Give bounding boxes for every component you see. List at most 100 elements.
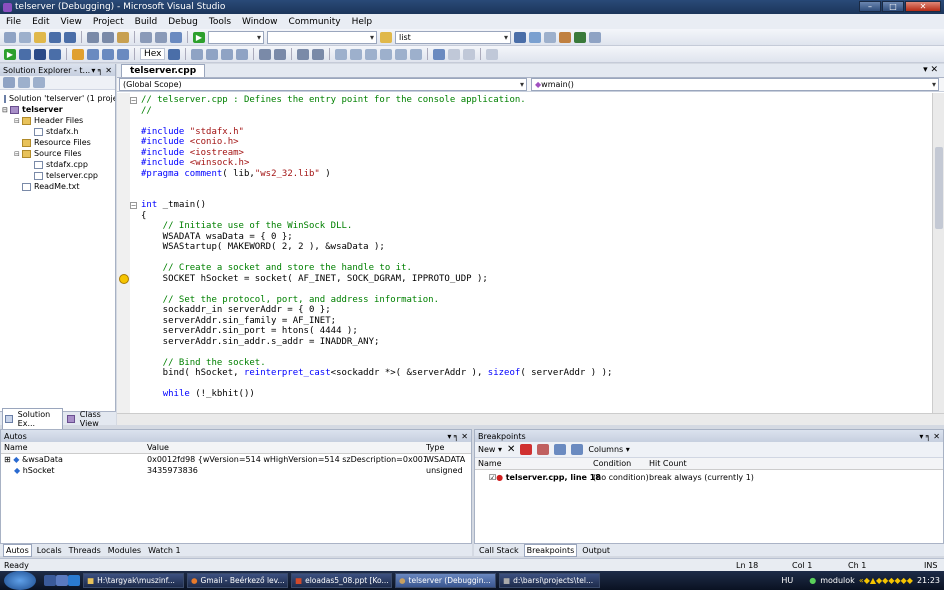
modulok-label[interactable]: modulok: [820, 576, 855, 585]
comment-out-icon[interactable]: [297, 48, 310, 60]
go-to-source-icon[interactable]: [554, 444, 567, 455]
taskbar-item-visual-studio[interactable]: ● telserver (Debuggin...: [395, 573, 496, 588]
copy-icon[interactable]: [102, 31, 114, 43]
menu-community[interactable]: Community: [289, 17, 341, 27]
code-line[interactable]: #include "stdafx.h": [141, 127, 244, 138]
member-select[interactable]: ◆ wmain(): [531, 78, 939, 91]
code-line[interactable]: #include <conio.h>: [141, 137, 239, 148]
tab-class-view[interactable]: Class View: [65, 409, 116, 429]
bookmark-next-icon[interactable]: [365, 48, 378, 60]
code-line[interactable]: #pragma comment( lib,"ws2_32.lib" ): [141, 169, 331, 180]
code-line[interactable]: // Set the protocol, port, and address i…: [141, 295, 439, 306]
minimize-button[interactable]: –: [859, 1, 881, 12]
expand-icon[interactable]: ⊞: [4, 455, 13, 464]
vertical-scrollbar[interactable]: [932, 93, 944, 413]
internet-explorer-icon[interactable]: [68, 575, 80, 586]
code-line[interactable]: #include <winsock.h>: [141, 158, 249, 169]
code-area[interactable]: // telserver.cpp : Defines the entry poi…: [117, 93, 932, 413]
tab-watch-1[interactable]: Watch 1: [146, 545, 183, 556]
code-line[interactable]: SOCKET hSocket = socket( AF_INET, SOCK_D…: [141, 274, 488, 285]
toolbar-options-icon[interactable]: [589, 31, 601, 43]
stop-debugging-icon[interactable]: [34, 48, 46, 60]
collapse-icon[interactable]: −: [130, 96, 137, 104]
tab-call-stack[interactable]: Call Stack: [477, 545, 521, 556]
undo-icon[interactable]: [140, 31, 152, 43]
continue-icon[interactable]: ▶: [4, 48, 16, 60]
code-line[interactable]: WSADATA wsaData = { 0 };: [141, 232, 293, 243]
solution-explorer-icon[interactable]: [514, 31, 526, 43]
tree-item-stdafx-cpp[interactable]: stdafx.cpp: [0, 159, 115, 170]
bookmark-toggle-icon[interactable]: [335, 48, 348, 60]
delete-all-breakpoints-icon[interactable]: [520, 444, 533, 455]
close-document-icon[interactable]: ▾ ✕: [923, 65, 938, 75]
tree-item-source-files[interactable]: ⊟ Source Files: [0, 148, 115, 159]
breakpoint-row[interactable]: ☑● telserver.cpp, line 18 (no condition)…: [475, 470, 943, 484]
start-page-icon[interactable]: [574, 31, 586, 43]
collapse-icon[interactable]: −: [130, 201, 137, 209]
start-button[interactable]: [4, 571, 36, 590]
tab-autos[interactable]: Autos: [3, 543, 32, 557]
tree-item-stdafx-h[interactable]: stdafx.h: [0, 126, 115, 137]
tree-item-readme[interactable]: ReadMe.txt: [0, 181, 115, 192]
refresh-icon[interactable]: [33, 77, 45, 88]
menu-file[interactable]: File: [6, 17, 21, 27]
collapse-icon[interactable]: ⊟: [14, 150, 22, 158]
step-into-icon[interactable]: [87, 48, 99, 60]
increase-indent-icon[interactable]: [274, 48, 287, 60]
code-line[interactable]: serverAddr.sin_family = AF_INET;: [141, 316, 336, 327]
menu-edit[interactable]: Edit: [32, 17, 49, 27]
find-combo[interactable]: list: [395, 30, 511, 44]
taskbar-item-explorer[interactable]: ■ H:\targyak\muszinf...: [83, 573, 184, 588]
tab-locals[interactable]: Locals: [35, 545, 64, 556]
immediate-window-icon[interactable]: [486, 48, 499, 60]
properties-icon[interactable]: [3, 77, 15, 88]
tree-item-project[interactable]: ⊟ telserver: [0, 104, 115, 115]
paste-icon[interactable]: [117, 31, 129, 43]
show-desktop-icon[interactable]: [44, 575, 56, 586]
break-all-icon[interactable]: [19, 48, 31, 60]
column-name[interactable]: Name: [1, 443, 147, 452]
restart-icon[interactable]: [49, 48, 61, 60]
text-editor-icon-3[interactable]: [221, 48, 234, 60]
add-item-icon[interactable]: [19, 31, 31, 43]
code-line[interactable]: while (!_kbhit()): [141, 389, 255, 400]
breakpoint-margin[interactable]: [117, 93, 130, 413]
solution-config-select[interactable]: [208, 30, 264, 44]
start-debug-icon[interactable]: ▶: [193, 31, 205, 43]
step-over-icon[interactable]: [102, 48, 114, 60]
disassembly-icon[interactable]: [448, 48, 461, 60]
code-line[interactable]: int _tmain(): [141, 200, 206, 211]
toolbox-icon[interactable]: [559, 31, 571, 43]
table-row[interactable]: ⊞ ◆ &wsaData 0x0012fd98 {wVersion=514 wH…: [1, 454, 471, 465]
save-all-icon[interactable]: [64, 31, 76, 43]
close-button[interactable]: ✕: [905, 1, 941, 12]
step-out-icon[interactable]: [117, 48, 129, 60]
platform-select[interactable]: [267, 30, 377, 44]
cut-icon[interactable]: [87, 31, 99, 43]
tab-threads[interactable]: Threads: [67, 545, 103, 556]
column-name[interactable]: Name: [475, 459, 593, 468]
tree-item-solution[interactable]: Solution 'telserver' (1 proje: [0, 93, 115, 104]
menu-window[interactable]: Window: [242, 17, 278, 27]
horizontal-scrollbar[interactable]: [117, 413, 944, 425]
menu-tools[interactable]: Tools: [209, 17, 231, 27]
taskbar-item-gmail[interactable]: ● Gmail - Beérkező lev...: [187, 573, 288, 588]
hex-display-toggle[interactable]: Hex: [140, 48, 166, 60]
taskbar-item-powerpoint[interactable]: ■ eloadas5_08.ppt [Ko...: [291, 573, 392, 588]
tray-icons[interactable]: «◆▲◆◆◆◆◆◆: [859, 576, 913, 585]
save-icon[interactable]: [49, 31, 61, 43]
code-line[interactable]: {: [141, 211, 146, 222]
code-line[interactable]: bind( hSocket, reinterpret_cast<sockaddr…: [141, 368, 613, 379]
new-breakpoint-button[interactable]: New ▾: [478, 445, 502, 454]
pane-controls[interactable]: ▾ ╕ ✕: [919, 432, 940, 441]
current-statement-arrow-icon[interactable]: [119, 273, 129, 284]
menu-build[interactable]: Build: [135, 17, 158, 27]
text-editor-icon-4[interactable]: [236, 48, 249, 60]
text-editor-icon-2[interactable]: [206, 48, 219, 60]
find-in-files-icon[interactable]: [380, 31, 392, 43]
bookmark-clear-icon[interactable]: [410, 48, 423, 60]
column-hit-count[interactable]: Hit Count: [649, 459, 769, 468]
tree-item-resource-files[interactable]: Resource Files: [0, 137, 115, 148]
debug-windows-icon[interactable]: [168, 48, 181, 60]
collapse-icon[interactable]: ⊟: [14, 117, 22, 125]
